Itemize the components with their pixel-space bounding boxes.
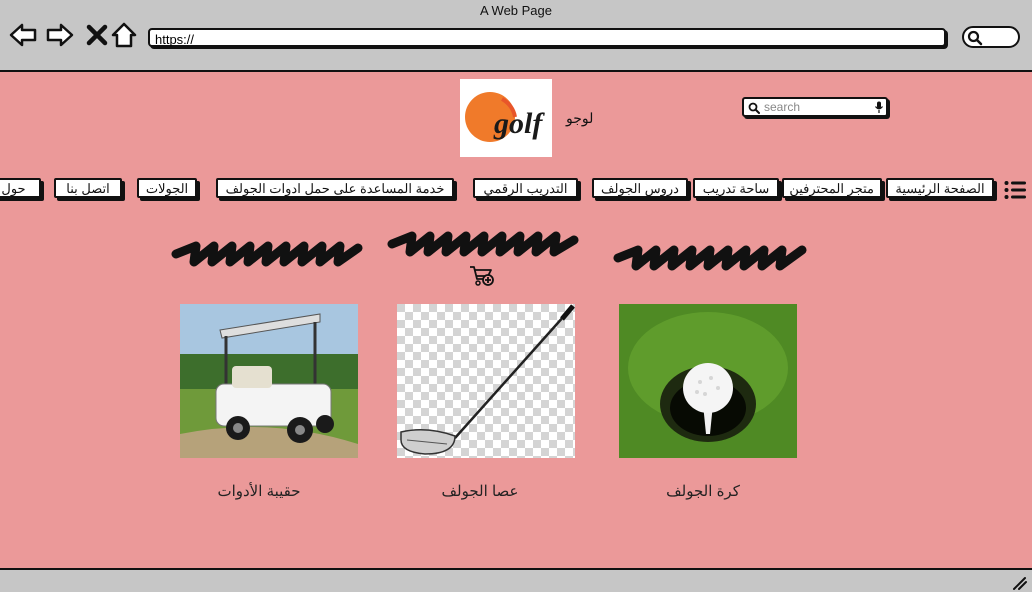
golf-logo-image: golf	[465, 92, 545, 142]
search-icon	[748, 102, 760, 114]
resize-handle-icon[interactable]	[1012, 576, 1028, 590]
search-placeholder: search	[764, 100, 801, 114]
menu-icon[interactable]	[1004, 180, 1026, 200]
logo-label: لوجو	[566, 110, 594, 126]
product-label-ball[interactable]: كرة الجولف	[614, 482, 792, 500]
browser-chrome: A Web Page https://	[0, 0, 1032, 72]
url-bar[interactable]: https://	[148, 28, 946, 47]
nav-digital-training[interactable]: التدريب الرقمي	[473, 178, 578, 198]
home-icon[interactable]	[109, 20, 139, 50]
forward-icon[interactable]	[45, 20, 75, 50]
scribble-heading	[171, 241, 363, 267]
add-to-cart-icon[interactable]	[469, 265, 495, 287]
browser-search-button[interactable]	[962, 26, 1020, 48]
nav-golf-lessons[interactable]: دروس الجولف	[592, 178, 688, 198]
golf-cart-image[interactable]	[180, 304, 358, 458]
nav-caddie-service[interactable]: خدمة المساعدة على حمل ادوات الجولف	[216, 178, 454, 198]
nav-contact[interactable]: اتصل بنا	[54, 178, 122, 198]
golf-ball-image[interactable]	[619, 304, 797, 458]
microphone-icon[interactable]	[874, 101, 884, 114]
scribble-heading	[387, 231, 579, 257]
page-content: golf لوجو search الصفحة الرئيسية متجر ال…	[0, 72, 1032, 568]
nav-driving-range[interactable]: ساحة تدريب	[693, 178, 779, 198]
window-title: A Web Page	[479, 3, 553, 18]
site-search-input[interactable]: search	[742, 97, 888, 117]
golf-club-image[interactable]	[397, 304, 575, 458]
product-label-club[interactable]: عصا الجولف	[391, 482, 569, 500]
logo-text: golf	[493, 107, 545, 140]
nav-rounds[interactable]: الجولات	[137, 178, 197, 198]
scribble-heading	[613, 245, 807, 271]
status-bar	[0, 568, 1032, 592]
search-icon	[967, 30, 983, 46]
product-label-bag[interactable]: حقيبة الأدوات	[170, 482, 348, 500]
back-icon[interactable]	[8, 20, 38, 50]
nav-pro-shop[interactable]: متجر المحترفين	[782, 178, 882, 198]
logo[interactable]: golf	[460, 79, 552, 157]
nav-home[interactable]: الصفحة الرئيسية	[886, 178, 994, 198]
nav-about[interactable]: حول	[0, 178, 41, 198]
close-icon[interactable]	[82, 20, 112, 50]
